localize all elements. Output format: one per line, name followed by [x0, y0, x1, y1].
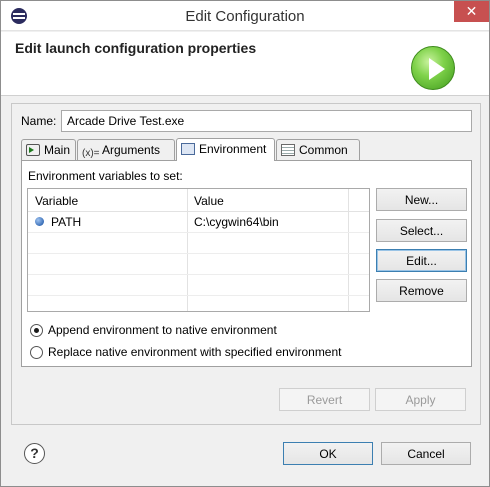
tab-common[interactable]: Common: [276, 139, 360, 161]
replace-environment-label: Replace native environment with specifie…: [48, 345, 342, 359]
table-header: Variable Value: [28, 189, 369, 212]
variable-value: C:\cygwin64\bin: [194, 215, 279, 229]
variable-name: PATH: [51, 215, 82, 229]
environment-icon: [181, 143, 195, 155]
select-button[interactable]: Select...: [376, 219, 467, 242]
column-header-value[interactable]: Value: [194, 194, 224, 208]
table-row-empty: [28, 254, 369, 275]
edit-configuration-dialog: Edit Configuration ✕ Edit launch configu…: [0, 0, 490, 487]
arguments-icon: (x)=: [82, 148, 100, 159]
close-button[interactable]: ✕: [454, 1, 489, 22]
configuration-panel: Name: Main (x)=Arguments Environment Com…: [11, 103, 481, 425]
environment-tab-page: Environment variables to set: Variable V…: [21, 160, 472, 367]
window-title: Edit Configuration: [185, 8, 305, 25]
main-icon: [26, 144, 40, 156]
header-banner: Edit launch configuration properties: [1, 32, 489, 96]
table-row[interactable]: PATH C:\cygwin64\bin: [28, 212, 369, 233]
name-label: Name:: [21, 114, 57, 128]
env-variables-label: Environment variables to set:: [28, 169, 183, 183]
help-icon[interactable]: ?: [24, 443, 45, 464]
apply-button[interactable]: Apply: [375, 388, 466, 411]
name-field[interactable]: [61, 110, 472, 132]
column-header-variable[interactable]: Variable: [35, 194, 78, 208]
append-environment-label: Append environment to native environment: [48, 323, 277, 337]
tab-arguments[interactable]: (x)= Arguments: [77, 139, 175, 161]
ok-button[interactable]: OK: [283, 442, 373, 465]
revert-button[interactable]: Revert: [279, 388, 370, 411]
run-icon: [411, 46, 455, 90]
edit-button[interactable]: Edit...: [376, 249, 467, 272]
tab-bar: Main (x)= Arguments Environment Common: [21, 138, 481, 161]
variable-icon: [35, 217, 44, 226]
cancel-button[interactable]: Cancel: [381, 442, 471, 465]
title-bar: Edit Configuration ✕: [1, 1, 489, 31]
new-button[interactable]: New...: [376, 188, 467, 211]
tab-environment[interactable]: Environment: [176, 138, 275, 161]
table-row-empty: [28, 233, 369, 254]
close-icon: ✕: [465, 3, 478, 19]
banner-title: Edit launch configuration properties: [15, 40, 257, 56]
remove-button[interactable]: Remove: [376, 279, 467, 302]
common-icon: [281, 144, 295, 156]
tab-main[interactable]: Main: [21, 139, 76, 161]
table-row-empty: [28, 275, 369, 296]
env-variables-table[interactable]: Variable Value PATH C:\cygwin64\bin: [27, 188, 370, 312]
